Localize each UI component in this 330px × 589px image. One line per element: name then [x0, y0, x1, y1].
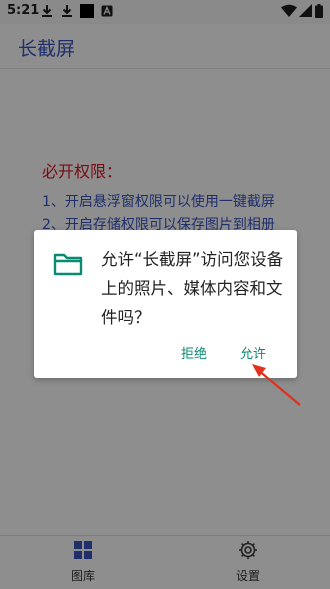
status-bar: 5:21 [0, 0, 330, 24]
download-icon [42, 5, 52, 17]
bottom-nav: 图库 设置 [0, 535, 330, 589]
permission-item: 1、开启悬浮窗权限可以使用一键截屏 [42, 194, 275, 210]
folder-icon [53, 253, 83, 276]
nav-item-settings[interactable]: 设置 [208, 540, 288, 584]
a-box-icon [101, 5, 113, 17]
black-square-icon [80, 4, 94, 18]
signal-icon [299, 4, 312, 17]
grid-icon [74, 541, 92, 559]
nav-label: 图库 [70, 569, 95, 583]
gear-icon [239, 541, 257, 559]
nav-label: 设置 [235, 569, 260, 583]
nav-item-gallery[interactable]: 图库 [43, 540, 123, 584]
app-title: 长截屏 [18, 38, 76, 60]
permission-dialog: 允许“长截屏”访问您设备上的照片、媒体内容和文件吗？ 拒绝 允许 [34, 230, 297, 378]
deny-button[interactable]: 拒绝 [181, 343, 207, 362]
allow-button[interactable]: 允许 [240, 343, 266, 362]
download-icon [62, 5, 72, 17]
dialog-message: 允许“长截屏”访问您设备上的照片、媒体内容和文件吗？ [101, 250, 284, 327]
battery-icon [315, 4, 323, 18]
wifi-icon [281, 4, 297, 17]
status-time: 5:21 [7, 3, 40, 18]
permissions-heading: 必开权限： [42, 162, 123, 181]
app-header: 长截屏 [0, 24, 330, 69]
